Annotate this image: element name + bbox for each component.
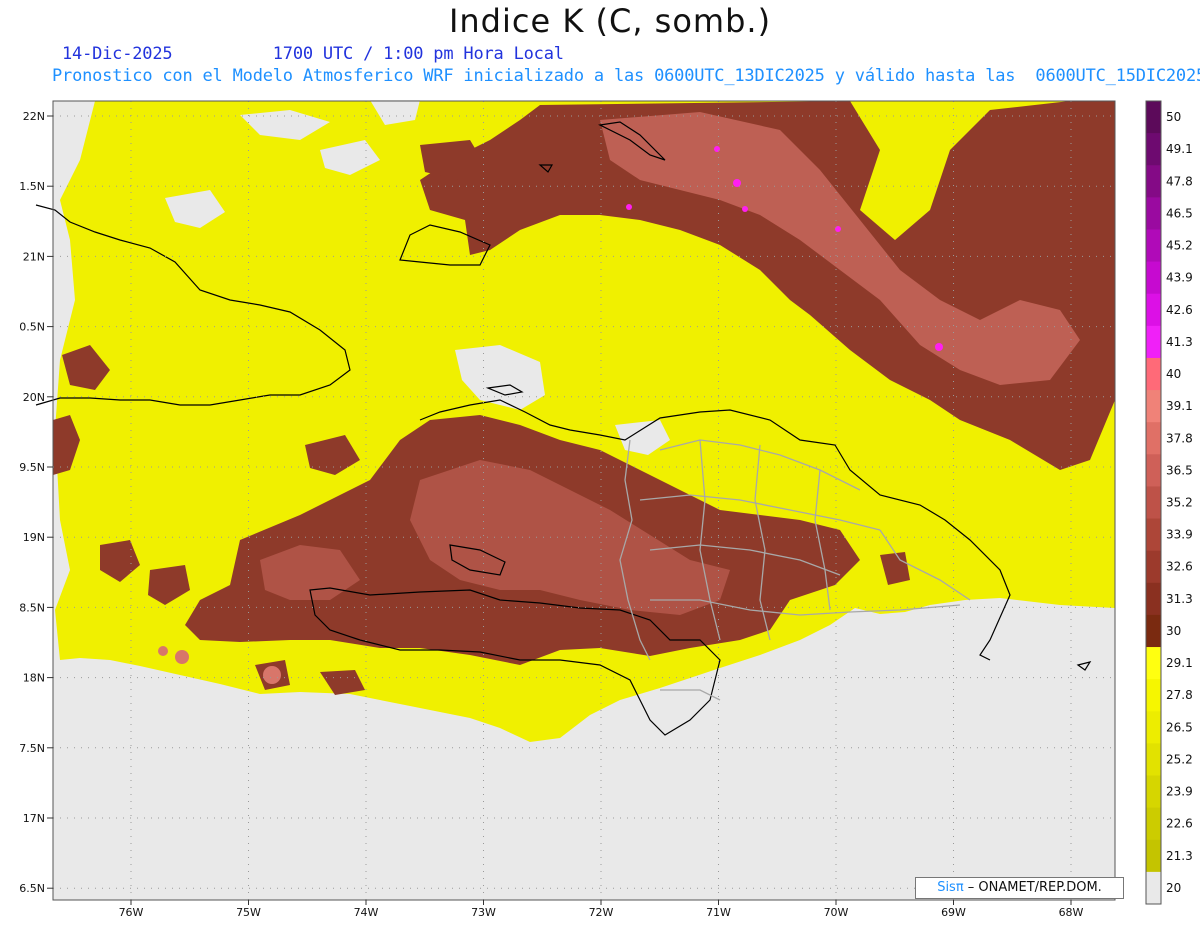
colorbar-swatch xyxy=(1146,871,1161,905)
colorbar-label: 25.2 xyxy=(1166,752,1193,766)
colorbar-label: 26.5 xyxy=(1166,720,1193,734)
colorbar-label: 47.8 xyxy=(1166,174,1193,188)
colorbar-swatch xyxy=(1146,229,1161,263)
credit-text: – ONAMET/REP.DOM. xyxy=(963,880,1102,895)
colorbar-swatch xyxy=(1146,679,1161,712)
colorbar-swatch xyxy=(1146,775,1161,809)
k-index-pink-spot-1 xyxy=(158,646,168,656)
y-tick-label: 1.5N xyxy=(19,180,45,193)
colorbar-swatch xyxy=(1146,839,1161,873)
credit-box: Sisπ – ONAMET/REP.DOM. xyxy=(915,877,1124,899)
colorbar-label: 45.2 xyxy=(1166,239,1193,253)
colorbar-swatch xyxy=(1146,133,1161,166)
colorbar-swatch xyxy=(1146,422,1161,455)
y-tick-label: 18N xyxy=(23,672,45,685)
colorbar-label: 42.6 xyxy=(1166,303,1193,317)
y-tick-label: 21N xyxy=(23,250,45,263)
sispi-logo: Sisπ xyxy=(937,880,964,895)
x-tick-label: 75W xyxy=(236,906,261,919)
x-tick-label: 71W xyxy=(706,906,731,919)
colorbar-swatch xyxy=(1146,582,1161,616)
colorbar-label: 33.9 xyxy=(1166,528,1193,542)
y-tick-label: 22N xyxy=(23,110,45,123)
colorbar-swatch xyxy=(1146,454,1161,487)
y-tick-label: 0.5N xyxy=(19,321,45,334)
colorbar-swatch xyxy=(1146,325,1161,359)
colorbar-label: 40 xyxy=(1166,367,1181,381)
colorbar-swatch xyxy=(1146,101,1161,134)
x-tick-label: 70W xyxy=(824,906,849,919)
y-tick-label: 6.5N xyxy=(19,882,45,895)
x-tick-label: 74W xyxy=(354,906,379,919)
colorbar-label: 35.2 xyxy=(1166,496,1193,510)
y-axis-ticks: 22N 1.5N 21N 0.5N 20N 9.5N 19N 8.5N 18N 7.5N 17N 6.… xyxy=(19,110,53,895)
colorbar-swatch xyxy=(1146,261,1161,295)
colorbar-swatch xyxy=(1146,357,1161,391)
colorbar-swatch xyxy=(1146,743,1161,777)
colorbar-swatch xyxy=(1146,550,1161,584)
colorbar-swatch xyxy=(1146,197,1161,230)
colorbar-label: 43.9 xyxy=(1166,271,1193,285)
colorbar-label: 46.5 xyxy=(1166,206,1193,220)
x-axis-ticks: 76W 75W 74W 73W 72W 71W 70W 69W 68W xyxy=(119,900,1084,919)
colorbar-label: 32.6 xyxy=(1166,560,1193,574)
colorbar-label: 31.3 xyxy=(1166,592,1193,606)
k-index-pink-spot-2 xyxy=(175,650,189,664)
colorbar-swatch xyxy=(1146,518,1161,552)
x-tick-label: 72W xyxy=(589,906,614,919)
colorbar-label: 30 xyxy=(1166,624,1181,638)
k-index-pink-spot-3 xyxy=(263,666,281,684)
colorbar-label: 27.8 xyxy=(1166,688,1193,702)
y-tick-label: 17N xyxy=(23,812,45,825)
k-index-magenta-spot-4 xyxy=(742,206,748,212)
colorbar-swatch xyxy=(1146,390,1161,423)
y-tick-label: 9.5N xyxy=(19,461,45,474)
colorbar-label: 50 xyxy=(1166,110,1181,124)
colorbar-swatch xyxy=(1146,486,1161,520)
x-tick-label: 68W xyxy=(1059,906,1084,919)
colorbar-swatch xyxy=(1146,614,1161,648)
y-tick-label: 7.5N xyxy=(19,742,45,755)
colorbar-label: 21.3 xyxy=(1166,849,1193,863)
y-tick-label: 8.5N xyxy=(19,601,45,614)
forecast-map: 22N 1.5N 21N 0.5N 20N 9.5N 19N 8.5N 18N 7.5N 17N 6.… xyxy=(19,100,1193,919)
x-tick-label: 76W xyxy=(119,906,144,919)
colorbar-label: 49.1 xyxy=(1166,142,1193,156)
y-tick-label: 20N xyxy=(23,391,45,404)
colorbar-label: 23.9 xyxy=(1166,785,1193,799)
k-index-magenta-spot-6 xyxy=(935,343,943,351)
k-index-magenta-spot-1 xyxy=(714,146,720,152)
x-tick-label: 73W xyxy=(471,906,496,919)
colorbar-label: 29.1 xyxy=(1166,656,1193,670)
colorbar-swatch xyxy=(1146,647,1161,680)
colorbar-swatch xyxy=(1146,165,1161,198)
x-tick-label: 69W xyxy=(941,906,966,919)
colorbar-swatch xyxy=(1146,711,1161,744)
colorbar-label: 22.6 xyxy=(1166,817,1193,831)
k-index-magenta-spot-3 xyxy=(626,204,632,210)
colorbar-label: 20 xyxy=(1166,881,1181,895)
colorbar-label: 37.8 xyxy=(1166,431,1193,445)
colorbar-label: 36.5 xyxy=(1166,463,1193,477)
k-index-magenta-spot-5 xyxy=(835,226,841,232)
y-tick-label: 19N xyxy=(23,531,45,544)
colorbar-legend: 50 49.1 47.8 46.5 45.2 43.9 42.6 41.3 40 39.1 37.8… xyxy=(1145,100,1193,905)
colorbar-label: 39.1 xyxy=(1166,399,1193,413)
colorbar-label: 41.3 xyxy=(1166,335,1193,349)
colorbar-swatch xyxy=(1146,807,1161,841)
colorbar-swatch xyxy=(1146,293,1161,327)
